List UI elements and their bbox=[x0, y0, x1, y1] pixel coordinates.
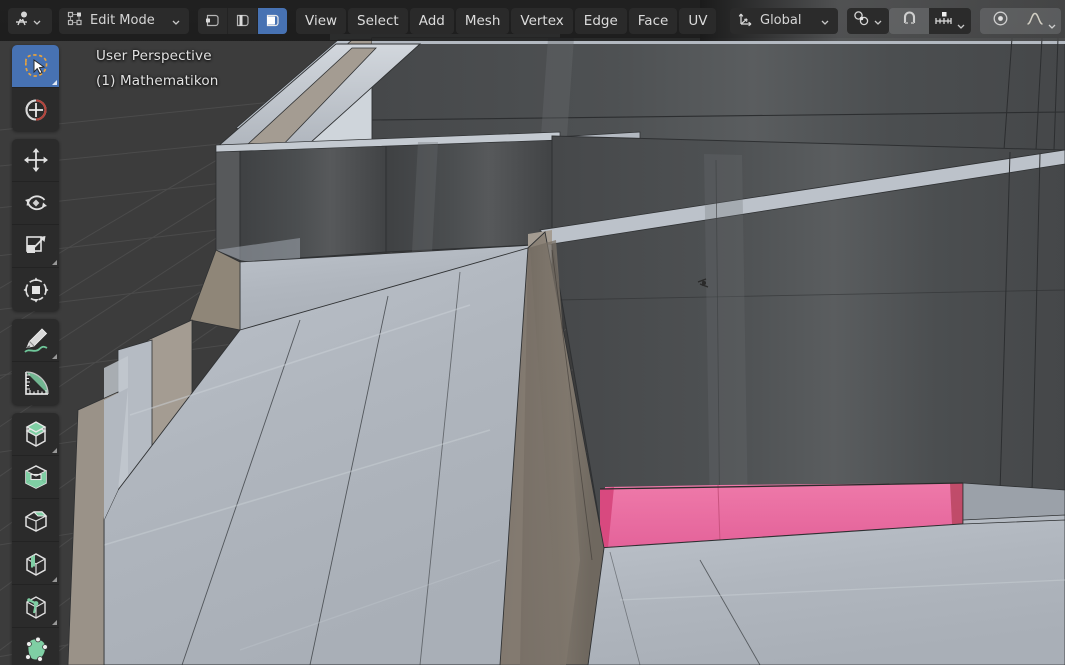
chevron-down-icon bbox=[820, 16, 830, 26]
mesh-select-mode-group bbox=[198, 7, 287, 34]
menu-add[interactable]: Add bbox=[409, 7, 454, 34]
edge-select-icon bbox=[236, 14, 249, 27]
menu-face[interactable]: Face bbox=[628, 7, 678, 34]
menu-vertex[interactable]: Vertex bbox=[511, 7, 573, 34]
editor-type-selector[interactable] bbox=[8, 7, 52, 34]
magnet-icon bbox=[901, 10, 918, 31]
chevron-down-icon bbox=[1047, 16, 1057, 29]
snap-increment-icon bbox=[934, 10, 953, 31]
proportional-editing-group bbox=[980, 7, 1061, 34]
center-left-wall bbox=[215, 131, 561, 263]
pencil-annotate-icon bbox=[23, 328, 47, 353]
scale-icon bbox=[25, 236, 45, 253]
menu-edge-label: Edge bbox=[583, 12, 618, 29]
menu-mesh-label: Mesh bbox=[464, 12, 501, 29]
toolbar-group-mesh-edit bbox=[12, 413, 59, 665]
proportional-edit-toggle[interactable] bbox=[980, 7, 1020, 34]
menu-view-label: View bbox=[305, 12, 338, 29]
chevron-down-icon bbox=[956, 16, 966, 29]
snap-to-selector[interactable] bbox=[929, 7, 971, 34]
3d-viewport[interactable]: User Perspective (1) Mathematikon bbox=[0, 0, 1065, 665]
transform-tool[interactable] bbox=[12, 268, 59, 311]
chevron-down-icon bbox=[873, 16, 883, 26]
face-select-icon bbox=[266, 14, 279, 27]
smooth-falloff-icon bbox=[1026, 10, 1044, 31]
interaction-mode-selector[interactable]: Edit Mode bbox=[59, 7, 189, 34]
mode-label: Edit Mode bbox=[90, 13, 155, 28]
toolbar-group-select bbox=[12, 45, 59, 131]
toolbar-group-annotate bbox=[12, 319, 59, 405]
3d-viewport-icon bbox=[13, 10, 30, 31]
viewport-render[interactable] bbox=[0, 0, 1065, 665]
upper-right-wall bbox=[371, 37, 1065, 151]
proportional-edit-icon bbox=[992, 10, 1009, 31]
measure-tool[interactable] bbox=[12, 362, 59, 405]
edge-select-mode-button[interactable] bbox=[228, 7, 258, 34]
cursor-tool[interactable] bbox=[12, 88, 59, 131]
menu-mesh[interactable]: Mesh bbox=[455, 7, 510, 34]
chevron-down-icon bbox=[171, 16, 181, 26]
move-arrows-icon bbox=[23, 148, 48, 172]
tool-submenu-corner[interactable] bbox=[52, 354, 57, 359]
loop-cut-icon bbox=[25, 553, 46, 576]
vertex-select-mode-button[interactable] bbox=[198, 7, 228, 34]
loop-cut-tool[interactable] bbox=[12, 542, 59, 585]
tool-submenu-corner[interactable] bbox=[52, 620, 57, 625]
tool-submenu-corner[interactable] bbox=[52, 80, 57, 85]
menu-face-label: Face bbox=[637, 12, 669, 29]
transform-orientation-selector[interactable]: Global bbox=[730, 7, 838, 34]
scale-tool[interactable] bbox=[12, 225, 59, 268]
menu-view[interactable]: View bbox=[296, 7, 347, 34]
ruler-measure-icon bbox=[24, 370, 49, 395]
inset-faces-tool[interactable] bbox=[12, 456, 59, 499]
selected-face-sliver-right bbox=[950, 483, 963, 524]
inset-faces-icon bbox=[24, 465, 47, 489]
knife-icon bbox=[25, 596, 46, 619]
bevel-icon bbox=[24, 511, 47, 532]
poly-build-tool[interactable] bbox=[12, 628, 59, 665]
face-select-mode-button[interactable] bbox=[258, 7, 287, 34]
move-tool[interactable] bbox=[12, 139, 59, 182]
knife-tool[interactable] bbox=[12, 585, 59, 628]
snap-toggle-button[interactable] bbox=[889, 7, 929, 34]
menu-vertex-label: Vertex bbox=[520, 12, 564, 29]
menu-add-label: Add bbox=[418, 12, 445, 29]
viewport-header: Edit Mode View Select Add Mesh Vertex Ed… bbox=[0, 0, 1065, 41]
menu-select[interactable]: Select bbox=[348, 7, 408, 34]
edit-mode-icon bbox=[67, 11, 83, 31]
bevel-tool[interactable] bbox=[12, 499, 59, 542]
extrude-region-tool[interactable] bbox=[12, 413, 59, 456]
menu-select-label: Select bbox=[357, 12, 399, 29]
vertex-select-icon bbox=[206, 14, 219, 27]
selected-face-1[interactable] bbox=[605, 485, 720, 548]
annotate-tool[interactable] bbox=[12, 319, 59, 362]
falloff-type-selector[interactable] bbox=[1020, 7, 1061, 34]
rotate-icon bbox=[24, 195, 47, 211]
extrude-region-icon bbox=[25, 421, 46, 447]
tool-submenu-corner[interactable] bbox=[52, 260, 57, 265]
poly-build-icon bbox=[24, 636, 48, 662]
transform-icon bbox=[23, 277, 48, 302]
menu-edge[interactable]: Edge bbox=[574, 7, 627, 34]
pivot-point-selector[interactable] bbox=[847, 7, 889, 34]
viewport-toolbar bbox=[12, 45, 59, 665]
toolbar-group-transform bbox=[12, 139, 59, 311]
pivot-median-icon bbox=[853, 10, 870, 31]
orientation-label: Global bbox=[760, 13, 802, 28]
chevron-down-icon bbox=[32, 16, 42, 26]
tweak-select-box-tool[interactable] bbox=[12, 45, 59, 88]
select-box-cursor-icon bbox=[24, 54, 47, 77]
tool-submenu-corner[interactable] bbox=[52, 448, 57, 453]
blender-window: User Perspective (1) Mathematikon Edit M… bbox=[0, 0, 1065, 665]
menu-uv-label: UV bbox=[688, 12, 708, 29]
snapping-group bbox=[889, 7, 971, 34]
rotate-tool[interactable] bbox=[12, 182, 59, 225]
tool-submenu-corner[interactable] bbox=[52, 577, 57, 582]
menu-uv[interactable]: UV bbox=[679, 7, 717, 34]
orientation-axis-icon bbox=[738, 11, 754, 31]
3d-cursor-icon bbox=[24, 98, 47, 121]
